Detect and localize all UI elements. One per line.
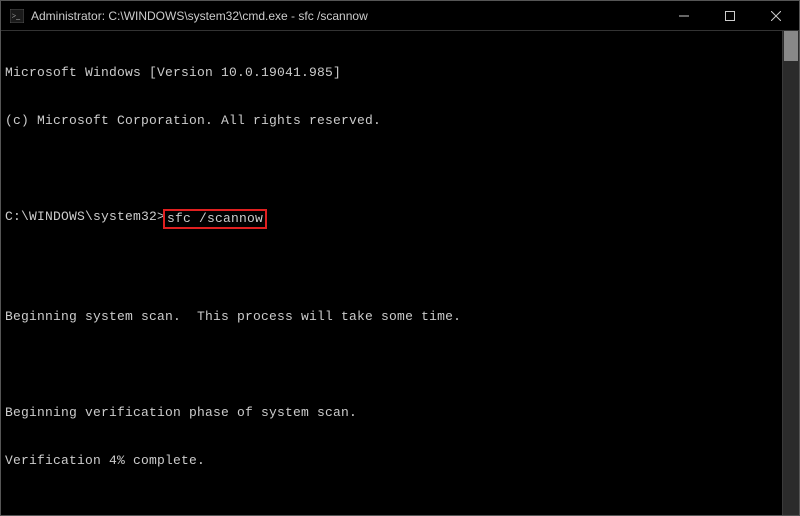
- vertical-scrollbar[interactable]: [782, 31, 799, 515]
- close-button[interactable]: [753, 1, 799, 30]
- maximize-button[interactable]: [707, 1, 753, 30]
- svg-text:>_: >_: [12, 11, 20, 20]
- copyright-line: (c) Microsoft Corporation. All rights re…: [5, 113, 778, 129]
- prompt-path: C:\WINDOWS\system32>: [5, 209, 165, 225]
- scrollbar-thumb[interactable]: [784, 31, 798, 61]
- window-controls: [661, 1, 799, 30]
- terminal-output[interactable]: Microsoft Windows [Version 10.0.19041.98…: [1, 31, 782, 515]
- prompt-line: C:\WINDOWS\system32>sfc /scannow: [5, 209, 778, 229]
- blank-line: [5, 357, 778, 373]
- titlebar[interactable]: >_ Administrator: C:\WINDOWS\system32\cm…: [1, 1, 799, 31]
- minimize-button[interactable]: [661, 1, 707, 30]
- progress-line: Verification 4% complete.: [5, 453, 778, 469]
- blank-line: [5, 261, 778, 277]
- command-prompt-window: >_ Administrator: C:\WINDOWS\system32\cm…: [0, 0, 800, 516]
- scan-begin-line: Beginning system scan. This process will…: [5, 309, 778, 325]
- version-line: Microsoft Windows [Version 10.0.19041.98…: [5, 65, 778, 81]
- entered-command: sfc /scannow: [163, 209, 267, 229]
- content-area: Microsoft Windows [Version 10.0.19041.98…: [1, 31, 799, 515]
- blank-line: [5, 161, 778, 177]
- verify-begin-line: Beginning verification phase of system s…: [5, 405, 778, 421]
- cmd-icon: >_: [9, 8, 25, 24]
- window-title: Administrator: C:\WINDOWS\system32\cmd.e…: [31, 9, 661, 23]
